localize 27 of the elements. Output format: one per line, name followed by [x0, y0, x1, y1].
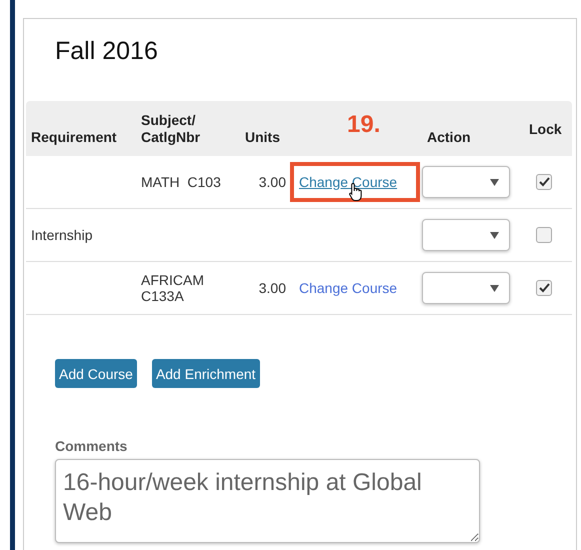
comments-label: Comments — [55, 438, 128, 454]
subject-cell-text: MATH C103 — [140, 174, 222, 190]
action-dropdown[interactable] — [422, 166, 510, 198]
add-enrichment-button[interactable]: Add Enrichment — [152, 359, 260, 388]
subject-cell-text: AFRICAM C133A — [140, 272, 205, 304]
caret-icon — [490, 284, 499, 292]
add-course-button[interactable]: Add Course — [55, 359, 137, 388]
term-title: Fall 2016 — [55, 37, 159, 67]
action-dropdown[interactable] — [422, 219, 510, 251]
lock-checkbox[interactable] — [536, 227, 552, 243]
column-header: Action — [426, 129, 472, 147]
requirement-cell-text: Internship — [30, 227, 94, 243]
caret-icon — [490, 232, 499, 238]
column-header: Lock — [528, 120, 563, 139]
action-dropdown[interactable] — [422, 272, 510, 304]
column-header: Units — [244, 129, 281, 147]
step-number: 19. — [347, 111, 380, 139]
comments-field[interactable]: 16-hour/week internship at Global Web — [55, 459, 480, 543]
column-header: Subject/ CatlgNbr — [140, 112, 202, 147]
lock-checkbox[interactable] — [536, 280, 552, 296]
units-cell-text: 3.00 — [258, 174, 287, 190]
lock-checkbox[interactable] — [536, 174, 552, 190]
change-course-link[interactable]: Change Course — [294, 174, 398, 190]
change-course-link[interactable]: Change Course — [294, 280, 398, 296]
caret-icon — [490, 178, 499, 186]
column-header: Requirement — [30, 129, 118, 147]
units-cell-text: 3.00 — [258, 280, 287, 296]
